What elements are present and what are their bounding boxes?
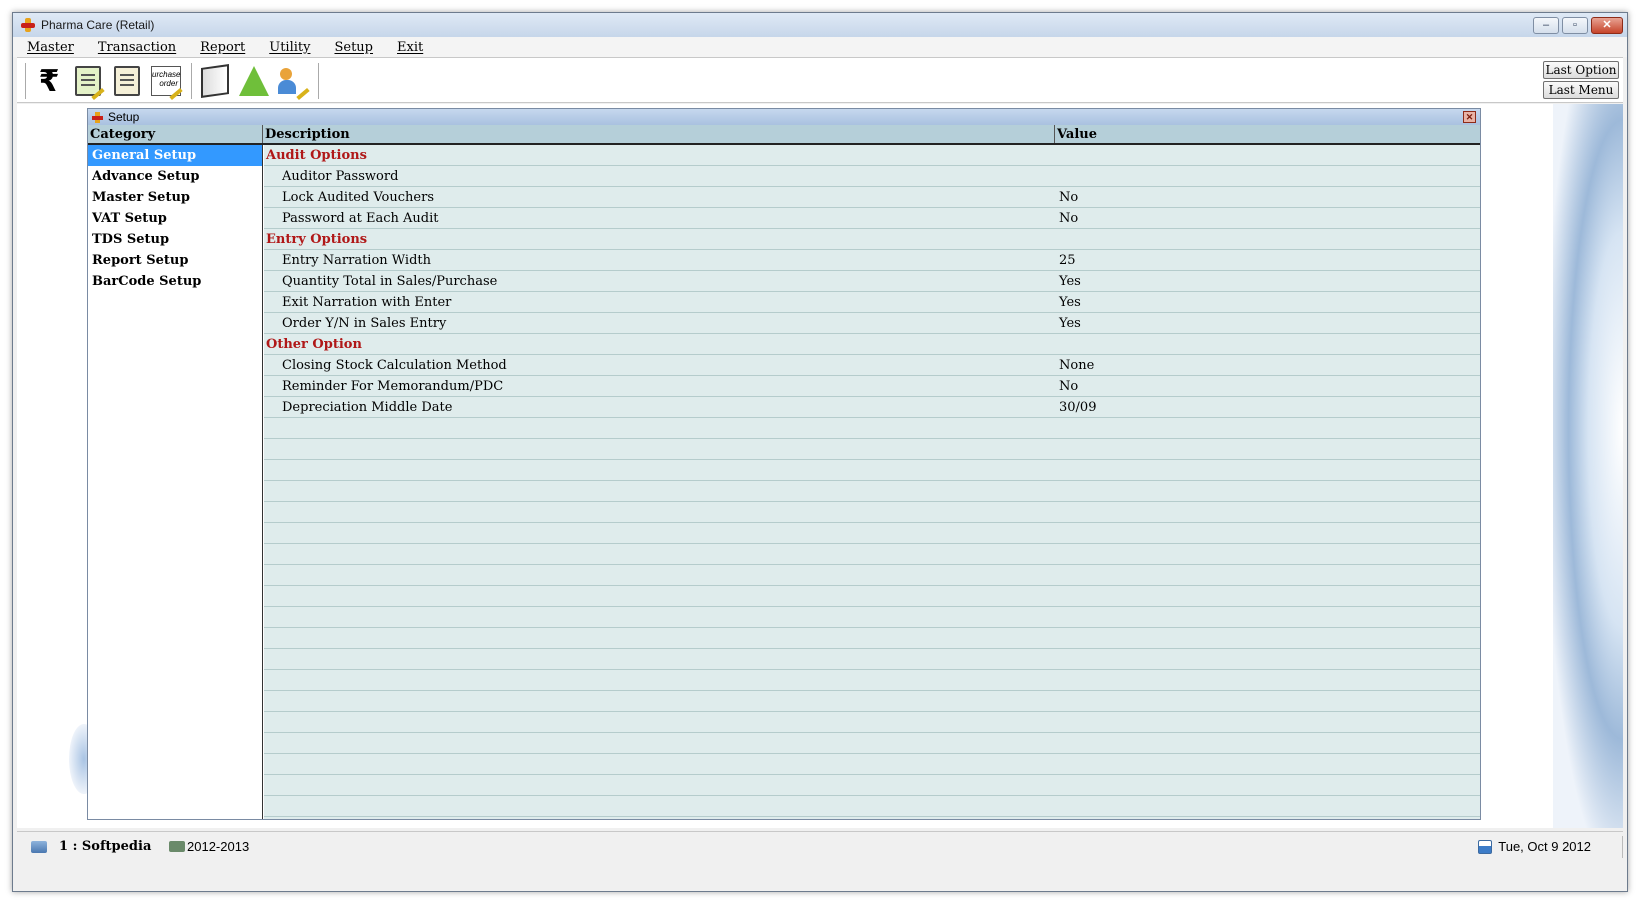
row-description: Closing Stock Calculation Method (282, 358, 507, 373)
app-logo-icon (21, 18, 35, 32)
setup-title: Setup (108, 110, 140, 124)
setup-window: Setup ✕ Category Description Value Gener… (87, 108, 1481, 820)
header-description: Description (263, 125, 1055, 143)
row-description: Order Y/N in Sales Entry (282, 316, 447, 331)
status-bar: 1 : Softpedia 2012-2013 Tue, Oct 9 2012 (17, 831, 1623, 861)
last-menu-button[interactable]: Last Menu (1543, 81, 1619, 99)
section-row: Audit Options (264, 145, 1480, 166)
section-title: Other Option (266, 337, 362, 352)
row-description: Reminder For Memorandum/PDC (282, 379, 504, 394)
menu-setup[interactable]: Setup (334, 40, 373, 55)
table-row[interactable]: Exit Narration with Enter Yes (264, 292, 1480, 313)
user-edit-icon[interactable] (275, 63, 311, 101)
category-tds-setup[interactable]: TDS Setup (88, 229, 262, 250)
category-barcode-setup[interactable]: BarCode Setup (88, 271, 262, 292)
quick-buttons: Last Option Last Menu (1543, 61, 1619, 99)
section-title: Entry Options (266, 232, 368, 247)
toolbar-icons: ₹ urchase order (21, 62, 324, 101)
status-divider (1622, 836, 1623, 858)
setup-title-bar: Setup ✕ (88, 109, 1480, 125)
computer-icon (31, 840, 47, 853)
workspace: Setup ✕ Category Description Value Gener… (17, 104, 1623, 828)
invoice-icon[interactable] (70, 63, 106, 101)
calendar-book-icon (169, 841, 185, 852)
row-value[interactable]: No (1055, 190, 1480, 205)
clipboard-icon[interactable] (109, 63, 145, 99)
rupee-icon[interactable]: ₹ (31, 63, 67, 99)
section-row: Entry Options (264, 229, 1480, 250)
flask-shape (239, 66, 269, 96)
app-window: Pharma Care (Retail) – ▫ ✕ Master Transa… (12, 12, 1628, 892)
row-description: Exit Narration with Enter (282, 295, 452, 310)
table-row[interactable]: Entry Narration Width 25 (264, 250, 1480, 271)
section-title: Audit Options (266, 148, 367, 163)
status-company: 1 : Softpedia (59, 839, 152, 854)
status-financial-year: 2012-2013 (187, 839, 250, 854)
header-value: Value (1057, 127, 1097, 142)
row-value[interactable]: No (1055, 379, 1480, 394)
header-category: Category (88, 125, 263, 143)
menu-utility[interactable]: Utility (269, 40, 310, 55)
menu-exit[interactable]: Exit (397, 40, 423, 55)
section-row: Other Option (264, 334, 1480, 355)
row-description: Auditor Password (282, 169, 399, 184)
category-advance-setup[interactable]: Advance Setup (88, 166, 262, 187)
toolbar-separator (318, 63, 320, 99)
close-button[interactable]: ✕ (1591, 17, 1623, 34)
table-row[interactable]: Order Y/N in Sales Entry Yes (264, 313, 1480, 334)
rupee-symbol: ₹ (38, 63, 60, 99)
settings-grid: Audit Options Auditor Password Lock Audi… (264, 145, 1480, 819)
setup-close-icon[interactable]: ✕ (1463, 111, 1476, 123)
calendar-icon (1478, 839, 1493, 854)
row-description: Entry Narration Width (282, 253, 432, 268)
flask-icon[interactable] (236, 63, 272, 99)
row-description: Password at Each Audit (282, 211, 439, 226)
last-option-button[interactable]: Last Option (1543, 61, 1619, 79)
row-description: Depreciation Middle Date (282, 400, 453, 415)
row-value[interactable]: Yes (1055, 295, 1480, 310)
menu-bar: Master Transaction Report Utility Setup … (13, 37, 1627, 57)
grid-header: Category Description Value (88, 125, 1480, 145)
table-row[interactable]: Reminder For Memorandum/PDC No (264, 376, 1480, 397)
toolbar: ₹ urchase order Last Option Last Menu (17, 57, 1623, 103)
row-value[interactable]: No (1055, 211, 1480, 226)
background-decoration (1553, 104, 1623, 828)
menu-report[interactable]: Report (200, 40, 245, 55)
minimize-button[interactable]: – (1533, 17, 1559, 34)
row-value[interactable]: Yes (1055, 316, 1480, 331)
table-row[interactable]: Lock Audited Vouchers No (264, 187, 1480, 208)
category-vat-setup[interactable]: VAT Setup (88, 208, 262, 229)
toolbar-separator (25, 63, 27, 99)
menu-transaction[interactable]: Transaction (98, 40, 176, 55)
book-icon[interactable] (197, 63, 233, 99)
purchase-order-icon[interactable]: urchase order (148, 63, 184, 101)
window-title: Pharma Care (Retail) (41, 18, 155, 32)
table-row[interactable]: Auditor Password (264, 166, 1480, 187)
category-report-setup[interactable]: Report Setup (88, 250, 262, 271)
maximize-button[interactable]: ▫ (1562, 17, 1588, 34)
table-row[interactable]: Quantity Total in Sales/Purchase Yes (264, 271, 1480, 292)
setup-logo-icon (92, 111, 103, 123)
row-value[interactable]: 25 (1055, 253, 1480, 268)
row-value[interactable]: None (1055, 358, 1480, 373)
status-date-area: Tue, Oct 9 2012 (1478, 839, 1591, 854)
row-value[interactable]: Yes (1055, 274, 1480, 289)
row-description: Quantity Total in Sales/Purchase (282, 274, 498, 289)
table-row[interactable]: Depreciation Middle Date 30/09 (264, 397, 1480, 418)
row-value[interactable]: 30/09 (1055, 400, 1480, 415)
table-row[interactable]: Closing Stock Calculation Method None (264, 355, 1480, 376)
category-master-setup[interactable]: Master Setup (88, 187, 262, 208)
table-row[interactable]: Password at Each Audit No (264, 208, 1480, 229)
window-controls: – ▫ ✕ (1533, 17, 1623, 34)
menu-master[interactable]: Master (27, 40, 74, 55)
category-general-setup[interactable]: General Setup (88, 145, 262, 166)
toolbar-separator (191, 63, 193, 99)
clipboard-shape (114, 66, 140, 96)
book-shape (201, 64, 229, 98)
category-list: General Setup Advance Setup Master Setup… (88, 145, 263, 819)
row-description: Lock Audited Vouchers (282, 190, 434, 205)
status-date: Tue, Oct 9 2012 (1498, 839, 1591, 854)
title-bar: Pharma Care (Retail) – ▫ ✕ (13, 13, 1627, 37)
